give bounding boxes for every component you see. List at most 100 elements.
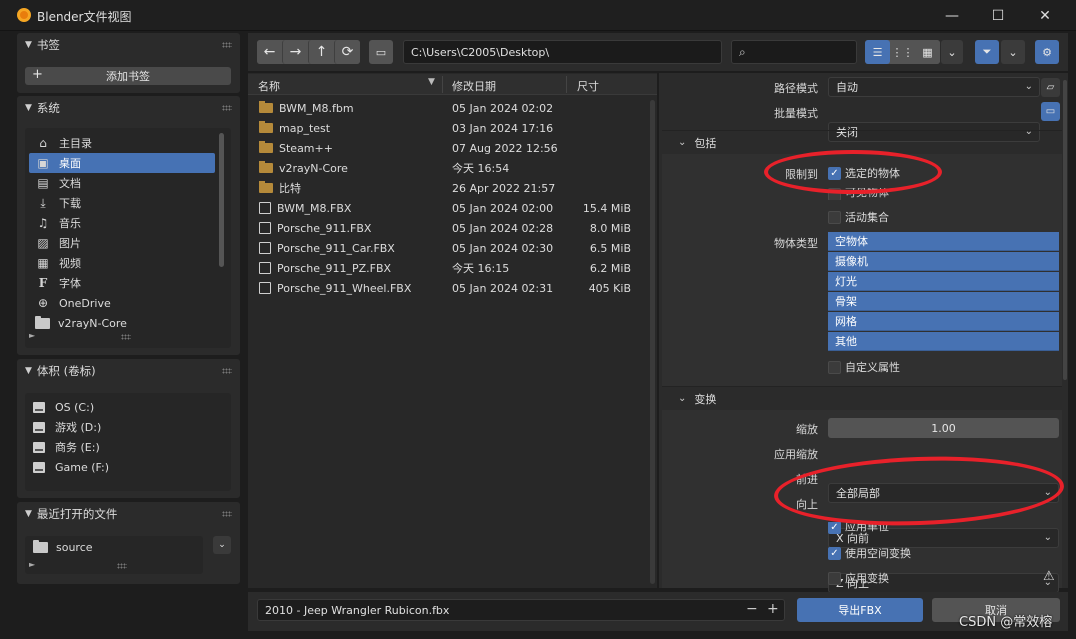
filter-options-dropdown[interactable]: ⌄ <box>1001 40 1025 64</box>
grip-icon[interactable] <box>222 368 232 374</box>
scale-slider[interactable]: 1.00 <box>828 418 1059 438</box>
home-icon: ⌂ <box>39 136 47 150</box>
file-row[interactable]: Porsche_911.FBX 05 Jan 2024 02:28 8.0 MiB <box>250 218 655 238</box>
sidebar-item-desktop[interactable]: ▣ 桌面 <box>29 153 215 173</box>
settings-scrollbar[interactable] <box>1063 80 1067 380</box>
file-row[interactable]: v2rayN-Core 今天 16:54 <box>250 158 655 178</box>
search-input[interactable]: ⌕ <box>731 40 857 64</box>
filter-button[interactable]: ⏷ <box>975 40 999 64</box>
sidebar-item-onedrive[interactable]: ⊕ OneDrive <box>29 293 215 313</box>
add-bookmark-button[interactable]: + 添加书签 <box>25 67 231 85</box>
horizontal-list-button[interactable]: ⋮⋮ <box>890 40 915 64</box>
export-fbx-button[interactable]: 导出FBX <box>797 598 923 622</box>
sidebar-item-documents[interactable]: ▤ 文档 <box>29 173 215 193</box>
chevron-down-icon: ⌄ <box>218 540 226 550</box>
file-row[interactable]: BWM_M8.FBX 05 Jan 2024 02:00 15.4 MiB <box>250 198 655 218</box>
close-button[interactable]: ✕ <box>1022 0 1068 31</box>
batch-own-dir-toggle[interactable]: ▭ <box>1041 102 1060 121</box>
object-type-other[interactable]: 其他 <box>828 332 1059 351</box>
object-type-mesh[interactable]: 网格 <box>828 312 1059 331</box>
maximize-button[interactable]: ☐ <box>975 0 1021 31</box>
volume-item[interactable]: Game (F:) <box>33 457 223 477</box>
grip-icon[interactable] <box>222 511 232 517</box>
column-name[interactable]: 名称 <box>258 78 280 94</box>
bookmarks-header[interactable]: ▼ 书签 <box>17 33 240 57</box>
minimize-button[interactable]: — <box>929 0 975 31</box>
sidebar-item-fonts[interactable]: F 字体 <box>29 273 215 293</box>
sidebar-item-v2rayn[interactable]: v2rayN-Core <box>29 313 215 333</box>
annotation-ellipse <box>764 150 942 194</box>
embed-textures-toggle[interactable]: ▱ <box>1041 78 1060 97</box>
file-row[interactable]: Porsche_911_Wheel.FBX 05 Jan 2024 02:31 40… <box>250 278 655 298</box>
new-folder-button[interactable]: ▭ <box>369 40 393 64</box>
forward-button[interactable]: → <box>282 40 308 64</box>
column-date[interactable]: 修改日期 <box>452 78 496 94</box>
file-row[interactable]: Steam++ 07 Aug 2022 12:56 <box>250 138 655 158</box>
sidebar-item-music[interactable]: ♫ 音乐 <box>29 213 215 233</box>
file-row[interactable]: Porsche_911_PZ.FBX 今天 16:15 6.2 MiB <box>250 258 655 278</box>
grip-icon[interactable] <box>222 42 232 48</box>
file-row[interactable]: 比特 26 Apr 2022 21:57 <box>250 178 655 198</box>
object-type-light[interactable]: 灯光 <box>828 272 1059 291</box>
object-type-armature[interactable]: 骨架 <box>828 292 1059 311</box>
sidebar-item-home[interactable]: ⌂ 主目录 <box>29 133 215 153</box>
resize-grip-icon[interactable] <box>121 334 131 340</box>
volume-item[interactable]: 游戏 (D:) <box>33 417 223 437</box>
grid-icon: ▦ <box>922 45 933 59</box>
grip-icon[interactable] <box>222 105 232 111</box>
expand-arrow-icon[interactable]: ► <box>29 331 35 340</box>
sidebar-item-videos[interactable]: ▦ 视频 <box>29 253 215 273</box>
thumbnail-view-button[interactable]: ▦ <box>915 40 940 64</box>
file-row[interactable]: BWM_M8.fbm 05 Jan 2024 02:02 <box>250 98 655 118</box>
recent-list: source ► <box>25 536 203 574</box>
sidebar-item-pictures[interactable]: ▨ 图片 <box>29 233 215 253</box>
file-row[interactable]: map_test 03 Jan 2024 17:16 <box>250 118 655 138</box>
space-transform-checkbox[interactable]: ✓ 使用空间变换 <box>828 545 911 561</box>
back-button[interactable]: ← <box>257 40 282 64</box>
file-name-cell: Porsche_911.FBX <box>259 222 371 235</box>
new-folder-icon: ▭ <box>1045 106 1056 117</box>
volume-item[interactable]: OS (C:) <box>33 397 223 417</box>
list-view-button[interactable]: ☰ <box>865 40 890 64</box>
increment-button[interactable]: + <box>767 601 779 617</box>
decrement-button[interactable]: − <box>746 601 758 617</box>
volumes-header[interactable]: ▼ 体积 (卷标) <box>17 359 240 383</box>
new-folder-icon: ▭ <box>375 45 387 59</box>
window-title: Blender文件视图 <box>37 10 132 24</box>
file-row[interactable]: Porsche_911_Car.FBX 05 Jan 2024 02:30 6.5 … <box>250 238 655 258</box>
active-collection-checkbox[interactable]: 活动集合 <box>828 209 889 225</box>
recent-header[interactable]: ▼ 最近打开的文件 <box>17 502 240 526</box>
recent-item[interactable]: source <box>25 536 203 558</box>
system-header[interactable]: ▼ 系统 <box>17 96 240 120</box>
refresh-button[interactable]: ⟳ <box>334 40 360 64</box>
column-size[interactable]: 尺寸 <box>577 78 599 94</box>
column-divider[interactable] <box>566 76 567 93</box>
folder-icon <box>259 121 273 133</box>
apply-transform-checkbox[interactable]: 应用变换 <box>828 570 889 586</box>
path-mode-dropdown[interactable]: 自动 ⌄ <box>828 77 1040 97</box>
recent-menu-button[interactable]: ⌄ <box>213 536 231 554</box>
sort-arrow-icon[interactable]: ▼ <box>428 77 435 87</box>
folder-icon <box>259 141 273 153</box>
expand-arrow-icon[interactable]: ► <box>29 560 35 569</box>
check-icon: ✓ <box>828 546 841 560</box>
path-input[interactable]: C:\Users\C2005\Desktop\ <box>403 40 722 64</box>
filename-input[interactable]: 2010 - Jeep Wrangler Rubicon.fbx <box>257 599 785 621</box>
sidebar-item-downloads[interactable]: ⤓ 下载 <box>29 193 215 213</box>
transform-section-header[interactable]: ⌄ 变换 <box>662 386 1062 410</box>
volume-item[interactable]: 商务 (E:) <box>33 437 223 457</box>
object-type-empty[interactable]: 空物体 <box>828 232 1059 251</box>
object-type-camera[interactable]: 摄像机 <box>828 252 1059 271</box>
sidebar-item-label: 桌面 <box>59 157 81 170</box>
download-icon: ⤓ <box>40 195 46 210</box>
view-options-dropdown[interactable]: ⌄ <box>941 40 963 64</box>
resize-grip-icon[interactable] <box>117 563 127 569</box>
settings-button[interactable]: ⚙ <box>1035 40 1059 64</box>
document-icon: ▤ <box>37 176 49 190</box>
custom-properties-checkbox[interactable]: 自定义属性 <box>828 359 900 375</box>
scrollbar[interactable] <box>219 133 224 267</box>
file-name: v2rayN-Core <box>279 161 348 175</box>
file-name: Porsche_911_Car.FBX <box>277 241 395 255</box>
column-divider[interactable] <box>442 76 443 93</box>
parent-dir-button[interactable]: ↑ <box>308 40 334 64</box>
